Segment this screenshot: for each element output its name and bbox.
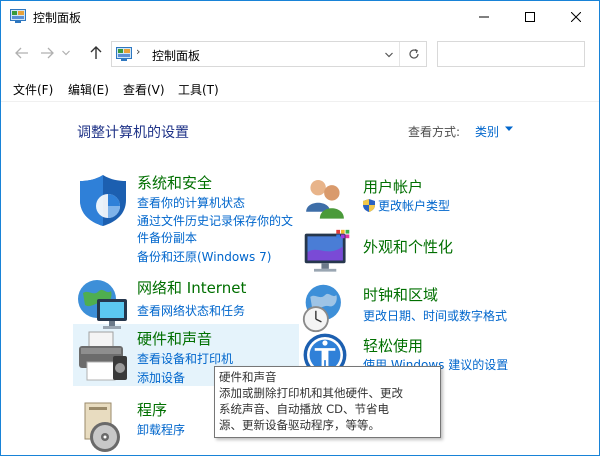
category-title[interactable]: 用户帐户 bbox=[363, 176, 423, 197]
link-devices-printers[interactable]: 查看设备和打印机 bbox=[137, 350, 233, 367]
users-icon[interactable] bbox=[301, 174, 349, 222]
category-title[interactable]: 时钟和区域 bbox=[363, 284, 438, 305]
category-user-accounts: 用户帐户 更改帐户类型 bbox=[301, 174, 531, 224]
maximize-icon bbox=[525, 11, 535, 22]
link-change-account-type[interactable]: 更改帐户类型 bbox=[363, 197, 450, 214]
arrow-up-icon bbox=[90, 46, 102, 59]
programs-disc-icon[interactable] bbox=[75, 399, 131, 455]
menu-view[interactable]: 查看(V) bbox=[123, 81, 165, 98]
category-clock-region: 时钟和区域 更改日期、时间或数字格式 bbox=[301, 282, 531, 334]
category-appearance: 外观和个性化 bbox=[301, 228, 531, 278]
link-network-status[interactable]: 查看网络状态和任务 bbox=[137, 302, 245, 319]
view-by-dropdown[interactable]: 类别 bbox=[475, 123, 499, 140]
close-icon bbox=[571, 11, 581, 22]
link-backup-restore[interactable]: 备份和还原(Windows 7) bbox=[137, 248, 271, 265]
breadcrumb-control-panel[interactable]: 控制面板 bbox=[152, 47, 200, 64]
menu-edit[interactable]: 编辑(E) bbox=[68, 81, 109, 98]
control-panel-icon bbox=[116, 47, 132, 61]
menu-bar: 文件(F) 编辑(E) 查看(V) 工具(T) bbox=[1, 74, 599, 102]
category-system-security: 系统和安全 查看你的计算机状态 通过文件历史记录保存你的文 件备份副本 备份和还… bbox=[75, 172, 305, 272]
control-panel-icon bbox=[10, 9, 26, 23]
title-bar[interactable]: 控制面板 bbox=[1, 1, 599, 32]
page-title: 调整计算机的设置 bbox=[77, 125, 189, 141]
link-change-date-time[interactable]: 更改日期、时间或数字格式 bbox=[363, 307, 507, 324]
back-button[interactable] bbox=[11, 42, 33, 64]
tooltip-line: 源、更新设备驱动程序，等等。 bbox=[219, 418, 380, 432]
breadcrumb-separator[interactable]: › bbox=[136, 45, 140, 58]
chevron-down-icon[interactable] bbox=[505, 126, 513, 132]
network-globe-icon[interactable] bbox=[75, 277, 131, 333]
link-file-history[interactable]: 通过文件历史记录保存你的文 bbox=[137, 212, 293, 229]
minimize-button[interactable] bbox=[461, 1, 507, 32]
link-uninstall-program[interactable]: 卸载程序 bbox=[137, 421, 185, 438]
view-by-label: 查看方式: bbox=[408, 125, 461, 139]
refresh-icon bbox=[408, 48, 419, 59]
search-input[interactable] bbox=[437, 41, 585, 67]
arrow-left-icon bbox=[15, 47, 28, 59]
clock-globe-icon[interactable] bbox=[301, 282, 353, 334]
category-title[interactable]: 外观和个性化 bbox=[363, 236, 453, 257]
printer-icon[interactable] bbox=[75, 328, 131, 384]
category-title[interactable]: 网络和 Internet bbox=[137, 277, 246, 298]
navigation-bar: › 控制面板 bbox=[1, 32, 599, 74]
menu-file[interactable]: 文件(F) bbox=[13, 81, 53, 98]
category-title[interactable]: 系统和安全 bbox=[137, 172, 212, 193]
address-dropdown-button[interactable] bbox=[382, 48, 396, 62]
refresh-button[interactable] bbox=[399, 42, 427, 66]
close-button[interactable] bbox=[553, 1, 599, 32]
link-add-device[interactable]: 添加设备 bbox=[137, 369, 185, 386]
address-bar[interactable]: › 控制面板 bbox=[111, 41, 427, 67]
shield-icon[interactable] bbox=[75, 172, 131, 228]
tooltip-hardware-sound: 硬件和声音 添加或删除打印机和其他硬件、更改 系统声音、自动播放 CD、节省电 … bbox=[214, 366, 441, 438]
minimize-icon bbox=[479, 16, 489, 17]
control-panel-window: 控制面板 › 控制面板 文件(F) 编辑(E) 查看(V) 工具(T) 调整计算… bbox=[0, 0, 600, 456]
category-title[interactable]: 轻松使用 bbox=[363, 335, 423, 356]
recent-locations-button[interactable] bbox=[59, 42, 73, 64]
tooltip-title: 硬件和声音 bbox=[219, 370, 277, 384]
monitor-personalize-icon[interactable] bbox=[301, 228, 353, 280]
tooltip-line: 系统声音、自动播放 CD、节省电 bbox=[219, 402, 390, 416]
forward-button[interactable] bbox=[36, 42, 58, 64]
link-file-history-cont[interactable]: 件备份副本 bbox=[137, 229, 197, 246]
chevron-down-icon bbox=[385, 52, 393, 58]
window-title: 控制面板 bbox=[33, 11, 82, 25]
category-title[interactable]: 硬件和声音 bbox=[137, 328, 212, 349]
tooltip-line: 添加或删除打印机和其他硬件、更改 bbox=[219, 386, 403, 400]
up-button[interactable] bbox=[85, 42, 107, 64]
category-title[interactable]: 程序 bbox=[137, 399, 167, 420]
uac-shield-icon bbox=[363, 199, 375, 212]
category-network: 网络和 Internet 查看网络状态和任务 bbox=[75, 277, 305, 329]
menu-tools[interactable]: 工具(T) bbox=[178, 81, 219, 98]
content-area: 调整计算机的设置 查看方式: 类别 系统和安全 查看你的计算机状态 通过文件历史… bbox=[1, 102, 599, 456]
maximize-button[interactable] bbox=[507, 1, 553, 32]
link-text[interactable]: 更改帐户类型 bbox=[378, 199, 450, 213]
link-view-computer-status[interactable]: 查看你的计算机状态 bbox=[137, 194, 245, 211]
arrow-right-icon bbox=[41, 47, 54, 59]
chevron-down-icon bbox=[62, 50, 70, 56]
